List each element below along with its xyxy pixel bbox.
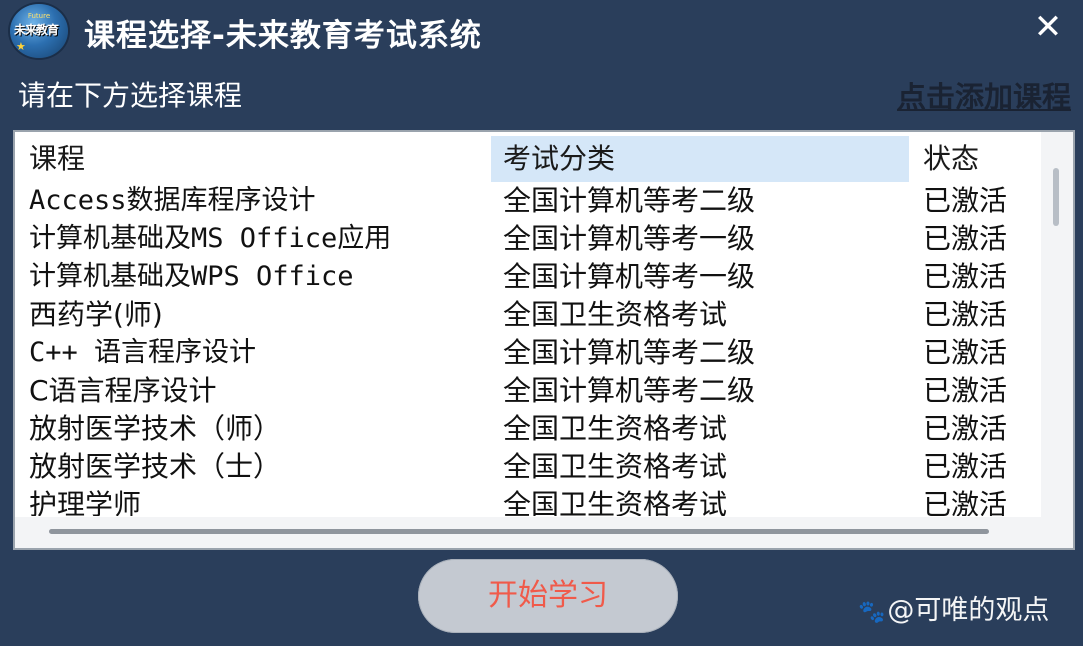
cell-status: 已激活 <box>923 298 1008 331</box>
cell-category: 全国计算机等考一级 <box>503 260 756 293</box>
window-title: 课程选择-未来教育考试系统 <box>84 18 482 54</box>
horizontal-scrollbar-thumb[interactable] <box>49 529 989 534</box>
table-row[interactable]: 计算机基础及WPS Office 全国计算机等考一级 已激活 <box>15 258 1055 296</box>
vertical-scrollbar-thumb[interactable] <box>1053 168 1059 226</box>
horizontal-scroll-track[interactable] <box>15 517 1073 548</box>
cell-category: 全国计算机等考二级 <box>503 184 756 217</box>
logo-top-text: Future <box>27 12 51 20</box>
cell-category: 全国计算机等考二级 <box>503 336 756 369</box>
column-header-category[interactable]: 考试分类 <box>491 136 909 182</box>
table-row[interactable]: Access数据库程序设计 全国计算机等考二级 已激活 <box>15 182 1055 220</box>
logo-star-icon: ★ <box>16 40 26 53</box>
cell-course: 计算机基础及WPS Office <box>29 261 354 292</box>
cell-course: 放射医学技术（士） <box>29 450 282 483</box>
instruction-label: 请在下方选择课程 <box>18 79 243 112</box>
table-row[interactable]: 西药学(师) 全国卫生资格考试 已激活 <box>15 296 1055 334</box>
cell-course: C++ 语言程序设计 <box>29 337 257 368</box>
cell-category: 全国计算机等考二级 <box>503 374 756 407</box>
cell-status: 已激活 <box>923 184 1008 217</box>
cell-status: 已激活 <box>923 222 1008 255</box>
watermark-text: @可唯的观点 <box>887 595 1050 626</box>
table-row[interactable]: 护理学师 全国卫生资格考试 已激活 <box>15 486 1055 516</box>
course-select-window: Future 未来教育 ★ 课程选择-未来教育考试系统 ✕ 请在下方选择课程 点… <box>0 0 1083 646</box>
list-header: 课程 考试分类 状态 <box>15 136 1055 182</box>
cell-status: 已激活 <box>923 488 1008 516</box>
table-row[interactable]: C语言程序设计 全国计算机等考二级 已激活 <box>15 372 1055 410</box>
paw-icon: 🐾 <box>858 600 886 625</box>
watermark: 🐾@可唯的观点 <box>858 588 1049 627</box>
cell-category: 全国计算机等考一级 <box>503 222 756 255</box>
column-header-course[interactable]: 课程 <box>15 136 489 182</box>
cell-course: 西药学(师) <box>29 298 163 331</box>
course-list[interactable]: 课程 考试分类 状态 Access数据库程序设计 全国计算机等考二级 已激活 计… <box>13 130 1075 550</box>
table-row[interactable]: C++ 语言程序设计 全国计算机等考二级 已激活 <box>15 334 1055 372</box>
logo-main-text: 未来教育 <box>14 23 59 37</box>
cell-course: 放射医学技术（师） <box>29 412 282 445</box>
column-header-status[interactable]: 状态 <box>913 136 1043 182</box>
cell-course: C语言程序设计 <box>29 374 217 407</box>
cell-status: 已激活 <box>923 412 1008 445</box>
cell-status: 已激活 <box>923 336 1008 369</box>
vertical-scroll-track[interactable] <box>1041 132 1073 517</box>
cell-course: 护理学师 <box>29 488 142 516</box>
close-button[interactable]: ✕ <box>1030 8 1066 46</box>
table-row[interactable]: 放射医学技术（士） 全国卫生资格考试 已激活 <box>15 448 1055 486</box>
cell-category: 全国卫生资格考试 <box>503 450 728 483</box>
cell-category: 全国卫生资格考试 <box>503 298 728 331</box>
cell-status: 已激活 <box>923 450 1008 483</box>
cell-status: 已激活 <box>923 260 1008 293</box>
add-course-link[interactable]: 点击添加课程 <box>897 74 1071 116</box>
app-logo-icon: Future 未来教育 ★ <box>10 4 68 58</box>
cell-category: 全国卫生资格考试 <box>503 412 728 445</box>
cell-course: 计算机基础及MS Office应用 <box>29 223 392 254</box>
list-rows: Access数据库程序设计 全国计算机等考二级 已激活 计算机基础及MS Off… <box>15 182 1055 516</box>
table-row[interactable]: 计算机基础及MS Office应用 全国计算机等考一级 已激活 <box>15 220 1055 258</box>
cell-course: Access数据库程序设计 <box>29 185 316 216</box>
cell-category: 全国卫生资格考试 <box>503 488 728 516</box>
table-row[interactable]: 放射医学技术（师） 全国卫生资格考试 已激活 <box>15 410 1055 448</box>
start-learning-button[interactable]: 开始学习 <box>418 559 678 633</box>
cell-status: 已激活 <box>923 374 1008 407</box>
